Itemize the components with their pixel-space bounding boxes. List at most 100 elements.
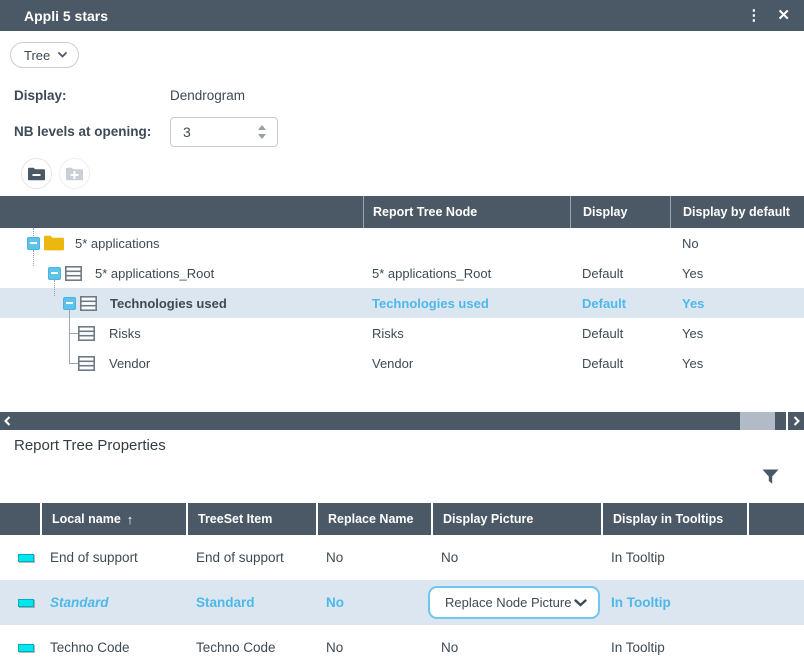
view-selector-label: Tree <box>24 48 50 63</box>
cell-display-by-default: Yes <box>670 266 804 281</box>
chevron-down-icon <box>574 599 587 607</box>
nb-levels-stepper[interactable] <box>170 117 278 147</box>
cell-display: Default <box>570 356 670 371</box>
close-icon[interactable]: ✕ <box>777 8 790 23</box>
replace-node-picture-dropdown[interactable]: Replace Node Picture <box>428 586 600 619</box>
menu-kebab-icon[interactable]: ⋮ <box>746 8 761 23</box>
node-picture-swatch <box>18 554 34 562</box>
col-local-name[interactable]: Local name ↑ <box>40 503 186 535</box>
add-folder-button[interactable] <box>59 158 90 189</box>
nb-levels-input[interactable] <box>171 124 258 140</box>
cell-report-tree-node: Technologies used <box>363 296 570 311</box>
tree-node-label: Technologies used <box>110 296 227 311</box>
cell-replace-name: No <box>316 595 431 610</box>
cell-display: Default <box>570 266 670 281</box>
remove-folder-button[interactable] <box>21 158 52 189</box>
scrollbar-track[interactable] <box>0 412 786 430</box>
cell-treeset-item: Techno Code <box>186 640 316 655</box>
folder-minus-icon <box>28 167 45 181</box>
tree-row-risks[interactable]: Risks Risks Default Yes <box>0 318 804 348</box>
cell-display-by-default: Yes <box>670 356 804 371</box>
cell-local-name: Techno Code <box>40 640 186 655</box>
tree-row-vendor[interactable]: Vendor Vendor Default Yes <box>0 348 804 378</box>
cell-replace-name: No <box>316 550 431 565</box>
collapse-toggle-icon[interactable] <box>27 237 40 250</box>
col-replace-name[interactable]: Replace Name <box>316 503 431 535</box>
folder-plus-icon <box>66 167 83 181</box>
tree-row-technologies-used[interactable]: Technologies used Technologies used Defa… <box>0 288 804 318</box>
tree-table-col-display: Display <box>570 196 670 228</box>
cell-local-name: End of support <box>40 550 186 565</box>
cell-display-by-default: No <box>670 236 804 251</box>
tree-row-5-star-applications[interactable]: 5* applications No <box>0 228 804 258</box>
collapse-toggle-icon[interactable] <box>63 297 76 310</box>
property-row-techno-code[interactable]: Techno Code Techno Code No No In Tooltip <box>0 625 804 663</box>
col-picture <box>0 503 40 535</box>
dialog-title: Appli 5 stars <box>24 8 108 24</box>
tree-table-header: Report Tree Node Display Display by defa… <box>0 196 804 228</box>
stepper-up-icon[interactable] <box>258 125 266 130</box>
property-row-end-of-support[interactable]: End of support End of support No No In T… <box>0 535 804 580</box>
sort-asc-icon: ↑ <box>127 512 134 527</box>
report-tree-dialog: Appli 5 stars ⋮ ✕ Tree Display: Dendrogr… <box>0 0 804 663</box>
scroll-left-icon[interactable] <box>4 416 11 426</box>
display-value: Dendrogram <box>170 88 245 103</box>
tree-node-icon <box>78 326 95 341</box>
cell-report-tree-node: Vendor <box>363 356 570 371</box>
tree-node-icon <box>78 356 95 371</box>
cell-display: Default <box>570 326 670 341</box>
tree-table-col-display-by-default: Display by default <box>670 196 804 228</box>
cell-display-picture: No <box>431 550 601 565</box>
col-treeset-item[interactable]: TreeSet Item <box>186 503 316 535</box>
tree-toolbar <box>21 158 90 189</box>
cell-display: Default <box>570 296 670 311</box>
property-row-standard[interactable]: Standard Standard No Replace Node Pictur… <box>0 580 804 625</box>
cell-display-by-default: Yes <box>670 326 804 341</box>
scroll-right-icon <box>793 416 800 426</box>
tree-table-col-report-tree-node: Report Tree Node <box>363 196 570 228</box>
view-selector-dropdown[interactable]: Tree <box>10 42 79 68</box>
cell-display-in-tooltips: In Tooltip <box>601 550 747 565</box>
node-picture-swatch <box>18 599 34 607</box>
cell-display-in-tooltips: In Tooltip <box>601 640 747 655</box>
col-spacer <box>747 503 804 535</box>
cell-replace-name: No <box>316 640 431 655</box>
horizontal-scrollbar <box>0 412 804 430</box>
properties-table: Local name ↑ TreeSet Item Replace Name D… <box>0 503 804 663</box>
tree-node-icon <box>65 266 82 281</box>
filter-funnel-icon <box>761 468 780 486</box>
stepper-down-icon[interactable] <box>258 134 266 139</box>
filter-button[interactable] <box>761 468 780 489</box>
tree-node-label: 5* applications_Root <box>95 266 214 281</box>
tree-table-col-tree <box>0 196 363 228</box>
col-display-picture[interactable]: Display Picture <box>431 503 601 535</box>
tree-node-label: Risks <box>109 326 141 341</box>
cell-report-tree-node: Risks <box>363 326 570 341</box>
display-label: Display: <box>14 88 67 103</box>
dialog-titlebar: Appli 5 stars ⋮ ✕ <box>0 0 804 31</box>
tree-row-5-star-applications-root[interactable]: 5* applications_Root 5* applications_Roo… <box>0 258 804 288</box>
scrollbar-thumb[interactable] <box>740 412 775 430</box>
stepper-arrows[interactable] <box>258 125 266 139</box>
dropdown-selected-value: Replace Node Picture <box>445 595 571 610</box>
cell-report-tree-node: 5* applications_Root <box>363 266 570 281</box>
node-picture-swatch <box>18 644 34 652</box>
scroll-right-button[interactable] <box>788 412 804 430</box>
cell-treeset-item: End of support <box>186 550 316 565</box>
folder-icon <box>44 235 64 251</box>
properties-section-title: Report Tree Properties <box>14 437 166 454</box>
tree-table: Report Tree Node Display Display by defa… <box>0 196 804 378</box>
properties-table-header: Local name ↑ TreeSet Item Replace Name D… <box>0 503 804 535</box>
col-display-in-tooltips[interactable]: Display in Tooltips <box>601 503 747 535</box>
collapse-toggle-icon[interactable] <box>48 267 61 280</box>
chevron-down-icon <box>58 52 67 58</box>
cell-treeset-item: Standard <box>186 595 316 610</box>
tree-node-label: Vendor <box>109 356 150 371</box>
titlebar-actions: ⋮ ✕ <box>746 8 790 23</box>
tree-node-label: 5* applications <box>75 236 160 251</box>
cell-display-picture: No <box>431 640 601 655</box>
cell-display-by-default: Yes <box>670 296 804 311</box>
nb-levels-label: NB levels at opening: <box>14 124 151 139</box>
tree-node-icon <box>80 296 97 311</box>
cell-display-in-tooltips: In Tooltip <box>601 595 747 610</box>
